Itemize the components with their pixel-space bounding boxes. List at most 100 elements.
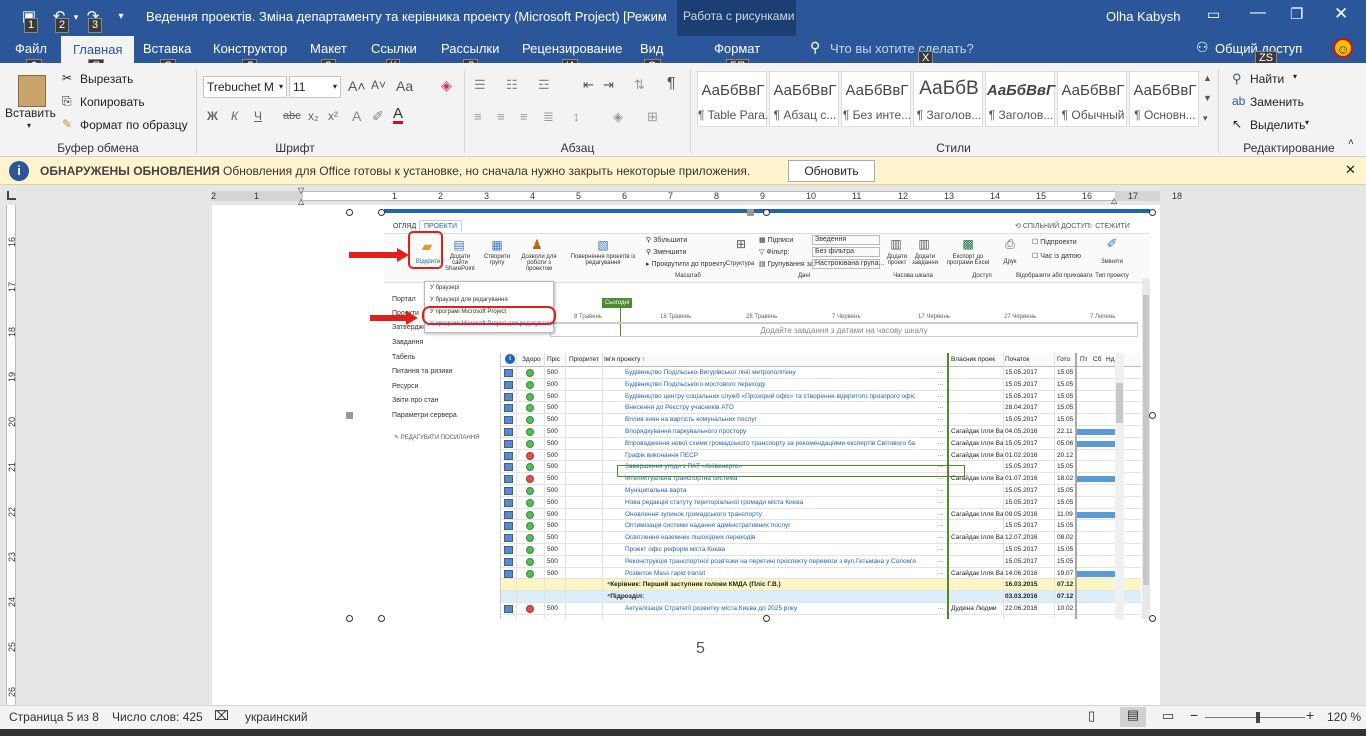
zoom-level[interactable]: 120 % — [1327, 710, 1361, 724]
increase-indent-icon[interactable]: ⇥ — [603, 77, 614, 93]
justify-icon[interactable]: ≣ — [543, 109, 554, 125]
resize-handle[interactable] — [763, 615, 770, 622]
word-count[interactable]: Число слов: 425 — [112, 710, 203, 724]
crop-handle[interactable] — [747, 209, 754, 216]
resize-handle[interactable] — [1149, 412, 1156, 419]
resize-handle[interactable] — [346, 209, 353, 216]
user-name[interactable]: Olha Kabysh — [1106, 9, 1180, 24]
tab-insert[interactable]: Вставка — [143, 41, 191, 56]
cut-button[interactable]: Вырезать — [80, 72, 133, 86]
crop-handle[interactable] — [346, 412, 353, 419]
tab-layout[interactable]: Макет — [310, 41, 347, 56]
line-spacing-icon[interactable]: ↕ — [573, 109, 580, 124]
font-size-combo[interactable]: 11 ▾ — [289, 76, 341, 98]
zoom-in-icon[interactable]: + — [1306, 707, 1314, 723]
collapse-ribbon-icon[interactable]: ˄ — [1348, 137, 1354, 148]
tab-design[interactable]: Конструктор — [213, 41, 287, 56]
align-center-icon[interactable]: ≡ — [497, 109, 505, 124]
zoom-out-icon[interactable]: − — [1190, 707, 1198, 723]
superscript-icon[interactable]: x² — [328, 109, 338, 123]
tab-references[interactable]: Ссылки — [371, 41, 417, 56]
customize-qat-icon[interactable]: ▾ — [112, 8, 130, 26]
style-item-1[interactable]: АаБбВвГ ¶ Table Para... — [697, 71, 768, 127]
web-layout-icon[interactable]: ▭ — [1162, 708, 1174, 724]
decrease-indent-icon[interactable]: ⇤ — [583, 77, 594, 93]
style-item-6[interactable]: АаБбВвГ ¶ Обычный — [1057, 71, 1127, 127]
format-painter-button[interactable]: Формат по образцу — [80, 118, 188, 132]
undo-dropdown-icon[interactable]: ▾ — [67, 8, 85, 26]
bold-button[interactable]: Ж — [207, 109, 218, 123]
change-case-icon[interactable]: Aa — [396, 78, 413, 94]
ribbon-display-options-icon[interactable]: ▭ — [1207, 6, 1220, 23]
subscript-icon[interactable]: x₂ — [308, 109, 319, 123]
clear-formatting-icon[interactable]: ◈ — [441, 77, 452, 94]
bullets-icon[interactable]: ☰ — [474, 77, 486, 93]
italic-button[interactable]: К — [231, 109, 238, 123]
resize-handle[interactable] — [763, 209, 770, 216]
borders-icon[interactable]: ⊞ — [647, 109, 658, 125]
tab-mailings[interactable]: Рассылки — [441, 41, 499, 56]
cut-icon[interactable]: ✂ — [62, 71, 72, 85]
replace-icon[interactable]: ab — [1232, 94, 1245, 108]
styles-scroll-up-icon[interactable]: ▲ — [1203, 73, 1212, 83]
tab-selector-icon[interactable] — [7, 191, 16, 200]
tab-view[interactable]: Вид — [640, 41, 664, 56]
tab-file[interactable]: Файл — [15, 41, 47, 56]
tellme-input[interactable]: Что вы хотите сделать? — [830, 41, 974, 56]
minimize-icon[interactable]: — — [1250, 4, 1266, 22]
resize-handle[interactable] — [1149, 615, 1156, 622]
right-indent-icon[interactable]: △ — [1111, 196, 1117, 205]
paste-icon[interactable] — [18, 75, 46, 107]
resize-handle[interactable] — [378, 615, 385, 622]
strikethrough-button[interactable]: abc — [283, 110, 301, 122]
find-button[interactable]: Найти — [1250, 72, 1284, 86]
proofing-icon[interactable]: ⌧ — [214, 708, 229, 724]
close-icon[interactable]: ✕ — [1334, 4, 1348, 24]
shrink-font-icon[interactable]: A˅ — [371, 78, 386, 92]
tab-review[interactable]: Рецензирование — [522, 41, 622, 56]
style-item-7[interactable]: АаБбВвГ ¶ Основн... — [1129, 71, 1199, 127]
multilevel-list-icon[interactable]: ☲ — [538, 77, 550, 93]
smiley-icon[interactable]: ☺ — [1333, 38, 1353, 58]
font-name-combo[interactable]: Trebuchet M ▾ — [203, 76, 287, 98]
zoom-slider[interactable] — [1205, 717, 1305, 718]
resize-handle[interactable] — [1149, 209, 1156, 216]
replace-button[interactable]: Заменить — [1250, 95, 1304, 109]
restore-icon[interactable]: ❐ — [1290, 5, 1303, 23]
chevron-down-icon[interactable]: ▾ — [1293, 72, 1297, 81]
select-button[interactable]: Выделить — [1250, 118, 1305, 132]
page-count[interactable]: Страница 5 из 8 — [9, 710, 99, 724]
embedded-screenshot[interactable]: ОГЛЯД ПРОЕКТИ ⟲ СПІЛЬНИЙ ДОСТУП ☆ СТЕЖИТ… — [384, 209, 1150, 619]
zoom-thumb[interactable] — [1256, 712, 1260, 723]
chevron-down-icon[interactable]: ▾ — [1305, 118, 1309, 127]
read-mode-icon[interactable]: ▯ — [1088, 708, 1095, 724]
style-item-3[interactable]: АаБбВвГ ¶ Без инте... — [841, 71, 911, 127]
format-painter-icon[interactable]: ✎ — [62, 117, 72, 131]
sort-icon[interactable]: ⇅ — [634, 77, 645, 93]
styles-more-icon[interactable]: ▾ — [1203, 113, 1208, 124]
numbering-icon[interactable]: ☷ — [506, 77, 518, 93]
print-layout-icon[interactable]: ▤ — [1120, 707, 1146, 727]
style-item-2[interactable]: АаБбВвГ ¶ Абзац с... — [769, 71, 839, 127]
infobar-close-icon[interactable]: ✕ — [1345, 162, 1356, 178]
underline-button[interactable]: Ч — [254, 109, 262, 123]
copy-button[interactable]: Копировать — [80, 95, 145, 109]
grow-font-icon[interactable]: A˄ — [348, 78, 366, 94]
resize-handle[interactable] — [346, 615, 353, 622]
highlight-icon[interactable]: ✐ — [372, 108, 384, 125]
styles-scroll-down-icon[interactable]: ▼ — [1203, 93, 1212, 103]
copy-icon[interactable]: ⎘ — [62, 94, 72, 109]
language[interactable]: украинский — [245, 710, 308, 724]
tab-format[interactable]: Формат — [714, 41, 760, 56]
font-color-icon[interactable]: A — [393, 106, 404, 124]
text-effects-icon[interactable]: A — [352, 108, 361, 124]
style-item-5[interactable]: АаБбВвГ ¶ Заголов... — [985, 71, 1055, 127]
align-left-icon[interactable]: ≡ — [474, 109, 482, 124]
shading-icon[interactable]: ◈ — [613, 109, 623, 125]
show-marks-icon[interactable]: ¶ — [667, 75, 676, 93]
select-icon[interactable]: ↖ — [1232, 117, 1242, 131]
update-button[interactable]: Обновить — [788, 160, 875, 182]
align-right-icon[interactable]: ≡ — [520, 109, 528, 124]
paste-dropdown-icon[interactable]: ▾ — [27, 121, 31, 130]
find-icon[interactable]: ⚲ — [1232, 71, 1242, 87]
